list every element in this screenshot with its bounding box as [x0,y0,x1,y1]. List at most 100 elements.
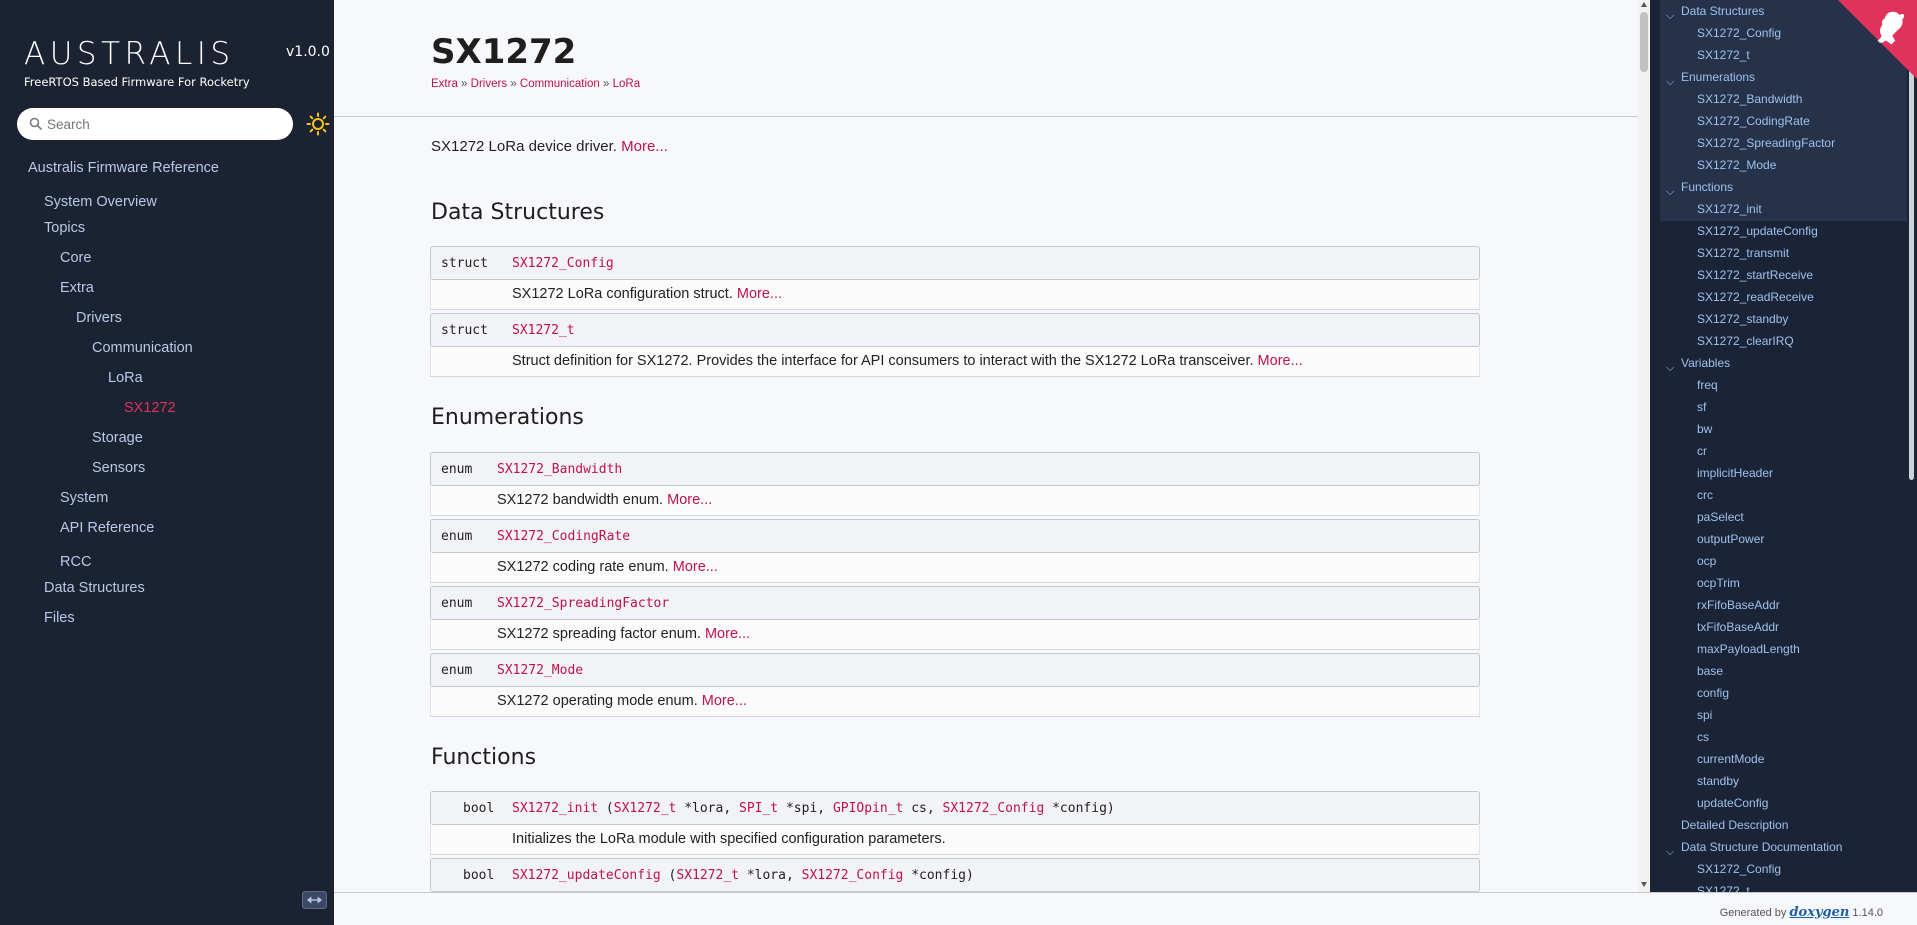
toc-item-enumerations[interactable]: Enumerations [1681,70,1755,84]
toc-item-sx1272-codingrate[interactable]: SX1272_CodingRate [1697,114,1810,128]
doxygen-logo-link[interactable]: doxygen [1789,905,1849,920]
breadcrumb-link-lora[interactable]: LoRa [613,78,641,90]
sun-icon[interactable] [306,112,330,136]
search-input[interactable] [47,114,277,134]
nav-item-api-reference[interactable]: API Reference [60,520,154,536]
member-link-sx1272-updateconfig[interactable]: SX1272_updateConfig [512,868,661,883]
project-logo[interactable]: AUSTRALIS FreeRTOS Based Firmware For Ro… [24,36,250,89]
breadcrumb-link-communication[interactable]: Communication [520,78,600,90]
chevron-down-icon[interactable]: ⌵ [1666,363,1674,374]
nav-item-data-structures[interactable]: Data Structures [44,580,145,596]
toc-item-sx1272-transmit[interactable]: SX1272_transmit [1697,246,1789,260]
nav-item-lora[interactable]: LoRa [108,370,143,386]
toc-item-base[interactable]: base [1697,664,1723,678]
breadcrumb-link-extra[interactable]: Extra [431,78,458,90]
param-type-link[interactable]: SX1272_t [676,868,739,883]
more-link[interactable]: More... [1258,353,1303,369]
param-type-link[interactable]: SX1272_Config [802,868,904,883]
toc-scrollbar[interactable] [1907,0,1917,892]
scroll-down-arrow-icon[interactable] [1641,882,1647,887]
toc-item-cr[interactable]: cr [1697,444,1707,458]
main-scrollbar[interactable] [1638,0,1650,892]
nav-item-australis-firmware-reference[interactable]: Australis Firmware Reference [28,160,219,176]
toc-item-spi[interactable]: spi [1697,708,1712,722]
breadcrumb-link-drivers[interactable]: Drivers [471,78,507,90]
toc-item-functions[interactable]: Functions [1681,180,1733,194]
toc-item-cs[interactable]: cs [1697,730,1709,744]
member-link-sx1272-t[interactable]: SX1272_t [512,323,575,338]
nav-item-rcc[interactable]: RCC [60,554,91,570]
more-link[interactable]: More... [667,492,712,508]
toc-item-sx1272-updateconfig[interactable]: SX1272_updateConfig [1697,224,1818,238]
toc-item-currentmode[interactable]: currentMode [1697,752,1764,766]
toc-item-txfifobaseaddr[interactable]: txFifoBaseAddr [1697,620,1779,634]
member-link-sx1272-codingrate[interactable]: SX1272_CodingRate [497,529,630,544]
nav-item-storage[interactable]: Storage [92,430,143,446]
more-link[interactable]: More... [673,559,718,575]
toc-item-sx1272-config[interactable]: SX1272_Config [1697,862,1781,876]
toc-item-sx1272-standby[interactable]: SX1272_standby [1697,312,1788,326]
more-link[interactable]: More... [702,693,747,709]
toc-item-detailed-description[interactable]: Detailed Description [1681,818,1788,832]
toc-item-sx1272-spreadingfactor[interactable]: SX1272_SpreadingFactor [1697,136,1835,150]
toc-scrollbar-thumb[interactable] [1909,10,1914,480]
chevron-down-icon[interactable]: ⌵ [1666,847,1674,858]
toc-item-data-structures[interactable]: Data Structures [1681,4,1764,18]
nav-item-drivers[interactable]: Drivers [76,310,122,326]
toc-item-data-structure-documentation[interactable]: Data Structure Documentation [1681,840,1842,854]
member-link-sx1272-bandwidth[interactable]: SX1272_Bandwidth [497,462,622,477]
member-link-sx1272-spreadingfactor[interactable]: SX1272_SpreadingFactor [497,596,669,611]
toc-item-sf[interactable]: sf [1697,400,1706,414]
param-type-link[interactable]: SX1272_Config [943,801,1045,816]
scroll-up-arrow-icon[interactable] [1641,2,1647,7]
toc-item-sx1272-startreceive[interactable]: SX1272_startReceive [1697,268,1813,282]
toc-item-sx1272-t[interactable]: SX1272_t [1697,884,1750,892]
toc-item-freq[interactable]: freq [1697,378,1718,392]
chevron-down-icon[interactable]: ⌵ [1666,11,1674,22]
nav-item-extra[interactable]: Extra [60,280,94,296]
toc-item-updateconfig[interactable]: updateConfig [1697,796,1768,810]
toc-item-config[interactable]: config [1697,686,1729,700]
nav-item-topics[interactable]: Topics [44,220,85,236]
more-link[interactable]: More... [621,138,668,155]
toc-item-standby[interactable]: standby [1697,774,1739,788]
param-type-link[interactable]: SX1272_t [614,801,677,816]
toc-item-sx1272-init[interactable]: SX1272_init [1697,202,1762,216]
param-type-link[interactable]: SPI_t [739,801,778,816]
toc-item-maxpayloadlength[interactable]: maxPayloadLength [1697,642,1800,656]
toc-item-rxfifobaseaddr[interactable]: rxFifoBaseAddr [1697,598,1780,612]
toc-item-sx1272-mode[interactable]: SX1272_Mode [1697,158,1776,172]
toc-item-crc[interactable]: crc [1697,488,1713,502]
nav-item-sx1272[interactable]: SX1272 [124,400,176,416]
nav-item-core[interactable]: Core [60,250,91,266]
toc-item-sx1272-readreceive[interactable]: SX1272_readReceive [1697,290,1814,304]
more-link[interactable]: More... [737,286,782,302]
toc-item-ocptrim[interactable]: ocpTrim [1697,576,1740,590]
toc-item-variables[interactable]: Variables [1681,356,1730,370]
more-link[interactable]: More... [705,626,750,642]
chevron-down-icon[interactable]: ⌵ [1666,187,1674,198]
toc-item-implicitheader[interactable]: implicitHeader [1697,466,1773,480]
nav-item-system-overview[interactable]: System Overview [44,194,157,210]
nav-item-system[interactable]: System [60,490,108,506]
toc-item-bw[interactable]: bw [1697,422,1712,436]
nav-item-sensors[interactable]: Sensors [92,460,145,476]
toc-item-outputpower[interactable]: outputPower [1697,532,1764,546]
scrollbar-thumb[interactable] [1640,12,1648,72]
nav-item-files[interactable]: Files [44,610,75,626]
toc-item-paselect[interactable]: paSelect [1697,510,1744,524]
member-link-sx1272-mode[interactable]: SX1272_Mode [497,663,583,678]
nav-item-communication[interactable]: Communication [92,340,193,356]
toc-item-sx1272-bandwidth[interactable]: SX1272_Bandwidth [1697,92,1802,106]
chevron-down-icon[interactable]: ⌵ [1666,77,1674,88]
toc-item-sx1272-clearirq[interactable]: SX1272_clearIRQ [1697,334,1794,348]
member-link-sx1272-init[interactable]: SX1272_init [512,801,598,816]
sidebar-resize-handle[interactable] [302,891,327,909]
toc-item-sx1272-t[interactable]: SX1272_t [1697,48,1750,62]
github-corner-icon[interactable] [1838,0,1917,79]
param-type-link[interactable]: GPIOpin_t [833,801,903,816]
toc-item-ocp[interactable]: ocp [1697,554,1716,568]
toc-item-sx1272-config[interactable]: SX1272_Config [1697,26,1781,40]
member-link-sx1272-config[interactable]: SX1272_Config [512,256,614,271]
search-box[interactable] [17,108,293,140]
